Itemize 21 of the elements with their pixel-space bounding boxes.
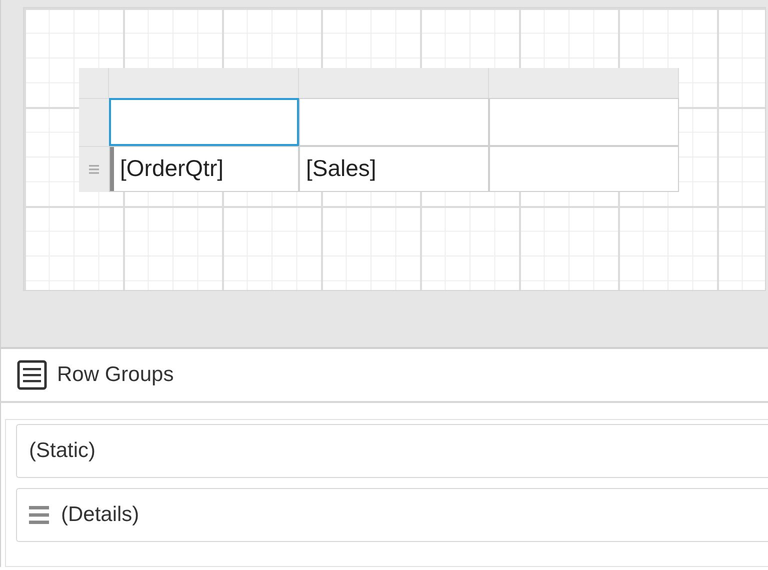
column-handle[interactable] xyxy=(299,68,489,98)
table-cell[interactable]: [Sales] xyxy=(299,146,489,192)
table-corner xyxy=(79,68,109,98)
column-handle[interactable] xyxy=(109,68,299,98)
column-handle[interactable] xyxy=(489,68,679,98)
table-cell[interactable] xyxy=(489,98,679,146)
table-cell[interactable] xyxy=(109,98,299,146)
group-marker xyxy=(110,147,114,191)
table-cell[interactable]: [OrderQtr] xyxy=(109,146,299,192)
group-label: (Details) xyxy=(61,502,140,528)
table-cell[interactable] xyxy=(299,98,489,146)
list-icon xyxy=(17,360,47,390)
group-item[interactable]: (Static) xyxy=(16,424,768,478)
drag-handle-icon[interactable] xyxy=(29,506,49,524)
drag-handle-icon[interactable] xyxy=(89,165,99,174)
group-item[interactable]: (Details) xyxy=(16,488,768,542)
table-cell[interactable] xyxy=(489,146,679,192)
row-handle[interactable] xyxy=(79,146,109,192)
panel-title: Row Groups xyxy=(57,362,174,388)
row-handle[interactable] xyxy=(79,98,109,146)
group-label: (Static) xyxy=(29,438,96,464)
